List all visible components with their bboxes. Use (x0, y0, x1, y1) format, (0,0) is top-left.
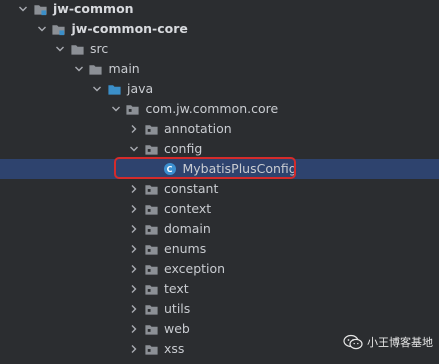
chevron-down-icon[interactable] (53, 39, 67, 59)
tree-row-label: jw-common-core (71, 21, 188, 36)
chevron-right-icon[interactable] (127, 219, 141, 239)
tree-row[interactable]: config (0, 139, 439, 159)
folder-icon (69, 41, 85, 57)
tree-row-label: constant (164, 181, 219, 196)
tree-row-label: annotation (164, 121, 232, 136)
chevron-right-icon[interactable] (127, 299, 141, 319)
tree-row[interactable]: java (0, 79, 439, 99)
chevron-right-icon[interactable] (127, 259, 141, 279)
package-icon (143, 181, 159, 197)
tree-row-label: utils (164, 301, 191, 316)
tree-row-label: main (108, 61, 140, 76)
tree-row[interactable]: utils (0, 299, 439, 319)
package-icon (143, 121, 159, 137)
package-icon (143, 301, 159, 317)
tree-row-label: jw-common (53, 1, 134, 16)
tree-row-label: java (127, 81, 154, 96)
tree-row[interactable]: src (0, 39, 439, 59)
package-icon (143, 241, 159, 257)
module-folder-icon (51, 21, 67, 37)
folder-icon (88, 61, 104, 77)
tree-row[interactable]: jw-common (0, 0, 439, 19)
tree-row[interactable]: C MybatisPlusConfig (0, 159, 439, 179)
module-folder-icon (32, 1, 48, 17)
tree-row-label: src (90, 41, 109, 56)
package-icon (143, 281, 159, 297)
chevron-right-icon[interactable] (127, 339, 141, 359)
chevron-down-icon[interactable] (90, 79, 104, 99)
tree-row-label: config (164, 141, 203, 156)
tree-row[interactable]: domain (0, 219, 439, 239)
chevron-down-icon[interactable] (35, 19, 49, 39)
tree-row[interactable]: constant (0, 179, 439, 199)
package-icon (143, 341, 159, 357)
watermark: 小王博客基地 (343, 330, 433, 354)
tree-row-label: com.jw.common.core (145, 101, 279, 116)
tree-row[interactable]: annotation (0, 119, 439, 139)
source-folder-icon (106, 81, 122, 97)
chevron-right-icon[interactable] (127, 319, 141, 339)
tree-row-label: text (164, 281, 189, 296)
package-icon (143, 261, 159, 277)
tree-row-label: MybatisPlusConfig (182, 161, 297, 176)
wechat-icon (343, 334, 363, 350)
chevron-down-icon[interactable] (127, 139, 141, 159)
package-icon (125, 101, 141, 117)
tree-row-label: exception (164, 261, 226, 276)
tree-row-label: enums (164, 241, 207, 256)
package-icon (143, 141, 159, 157)
tree-row[interactable]: exception (0, 259, 439, 279)
tree-row[interactable]: com.jw.common.core (0, 99, 439, 119)
package-icon (143, 221, 159, 237)
watermark-text: 小王博客基地 (367, 336, 433, 349)
java-class-icon: C (162, 161, 178, 177)
package-icon (143, 321, 159, 337)
tree-row[interactable]: main (0, 59, 439, 79)
tree-row-label: xss (164, 341, 185, 356)
chevron-right-icon[interactable] (127, 239, 141, 259)
package-icon (143, 201, 159, 217)
chevron-right-icon[interactable] (127, 199, 141, 219)
tree-row[interactable]: enums (0, 239, 439, 259)
chevron-down-icon[interactable] (109, 99, 123, 119)
tree-row-label: web (164, 321, 190, 336)
chevron-right-icon[interactable] (127, 279, 141, 299)
tree-row[interactable]: jw-common-core (0, 19, 439, 39)
chevron-down-icon[interactable] (16, 0, 30, 19)
chevron-down-icon[interactable] (72, 59, 86, 79)
tree-row-label: context (164, 201, 212, 216)
tree-row[interactable]: context (0, 199, 439, 219)
tree-row[interactable]: text (0, 279, 439, 299)
chevron-right-icon[interactable] (127, 119, 141, 139)
chevron-right-icon[interactable] (127, 179, 141, 199)
tree-row-label: domain (164, 221, 211, 236)
